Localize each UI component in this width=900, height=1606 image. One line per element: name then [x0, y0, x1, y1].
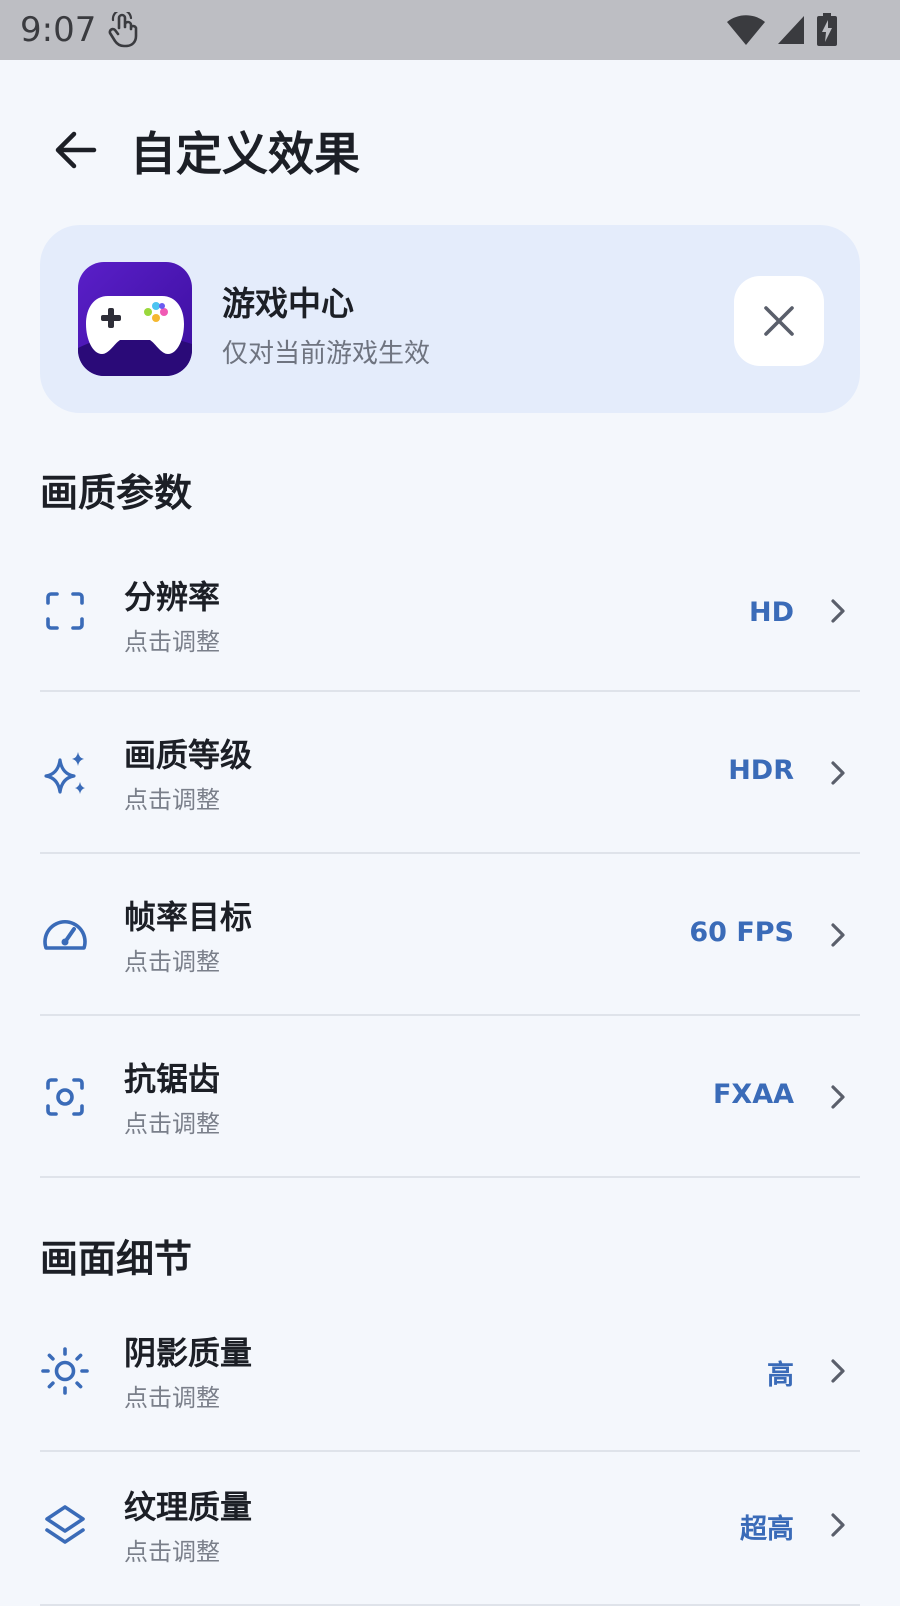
- fullscreen-frame-icon: [46, 592, 84, 630]
- setting-label: 抗锯齿: [124, 1060, 221, 1098]
- setting-row-resolution[interactable]: 分辨率 点击调整 HD: [40, 530, 860, 692]
- game-card: 游戏中心 仅对当前游戏生效: [40, 225, 860, 413]
- divider: [40, 1176, 860, 1178]
- setting-hint: 点击调整: [124, 1110, 220, 1138]
- setting-hint: 点击调整: [124, 1538, 220, 1566]
- close-button[interactable]: [734, 276, 824, 366]
- setting-label: 阴影质量: [124, 1334, 253, 1372]
- touch-gesture-icon: [108, 12, 138, 48]
- game-subtitle: 仅对当前游戏生效: [222, 339, 431, 369]
- sparkles-icon: [44, 752, 85, 794]
- arrow-left-icon: [55, 131, 97, 169]
- sun-icon: [41, 1347, 89, 1395]
- section-title-picture-details: 画面细节: [40, 1237, 193, 1281]
- speedometer-icon: [43, 920, 87, 950]
- setting-row-shadow-quality[interactable]: 阴影质量 点击调整 高: [40, 1290, 860, 1452]
- status-bar: 9:07: [0, 0, 900, 60]
- chevron-right-icon: [831, 1513, 845, 1537]
- chevron-right-icon: [831, 599, 845, 623]
- close-icon: [764, 306, 794, 336]
- chevron-right-icon: [831, 761, 845, 785]
- setting-value: 高: [767, 1360, 794, 1391]
- page-title: 自定义效果: [130, 127, 360, 181]
- setting-value: 60 FPS: [689, 917, 794, 948]
- setting-label: 纹理质量: [124, 1488, 253, 1526]
- setting-row-texture-quality[interactable]: 纹理质量 点击调整 超高: [40, 1444, 860, 1606]
- wifi-icon: [727, 15, 765, 45]
- setting-value: HD: [748, 597, 794, 628]
- setting-value: FXAA: [712, 1079, 794, 1110]
- setting-label: 分辨率: [124, 578, 221, 616]
- setting-label: 画质等级: [124, 736, 253, 774]
- battery-charging-icon: [817, 13, 837, 46]
- app-bar: 自定义效果: [0, 100, 900, 200]
- status-time: 9:07: [20, 10, 97, 50]
- layers-icon: [45, 1505, 85, 1544]
- setting-row-quality-level[interactable]: 画质等级 点击调整 HDR: [40, 692, 860, 854]
- chevron-right-icon: [831, 1359, 845, 1383]
- setting-label: 帧率目标: [124, 898, 253, 936]
- game-name: 游戏中心: [222, 284, 354, 323]
- setting-value: HDR: [728, 755, 794, 786]
- setting-row-frame-rate[interactable]: 帧率目标 点击调整 60 FPS: [40, 854, 860, 1016]
- setting-hint: 点击调整: [124, 628, 220, 656]
- setting-value: 超高: [740, 1514, 794, 1545]
- setting-hint: 点击调整: [124, 948, 220, 976]
- setting-row-anti-aliasing[interactable]: 抗锯齿 点击调整 FXAA: [40, 1016, 860, 1178]
- cell-signal-icon: [778, 16, 804, 44]
- focus-target-icon: [46, 1078, 84, 1116]
- chevron-right-icon: [831, 923, 845, 947]
- gamepad-icon: [78, 296, 192, 376]
- setting-hint: 点击调整: [124, 786, 220, 814]
- back-button[interactable]: [46, 120, 106, 180]
- section-title-quality-params: 画质参数: [40, 471, 193, 515]
- chevron-right-icon: [831, 1085, 845, 1109]
- setting-hint: 点击调整: [124, 1384, 220, 1412]
- game-center-logo: [78, 262, 192, 376]
